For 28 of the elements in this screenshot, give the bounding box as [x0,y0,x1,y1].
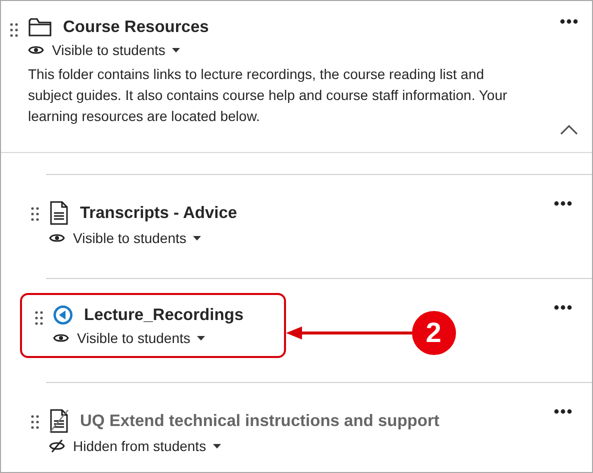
more-options-icon[interactable] [554,409,572,414]
folder-icon [28,17,52,37]
drag-handle-icon[interactable] [31,207,39,221]
drag-handle-icon[interactable] [10,23,18,37]
item-title[interactable]: UQ Extend technical instructions and support [80,412,440,430]
eye-icon [28,44,44,56]
more-options-icon[interactable] [554,305,572,310]
collapse-icon[interactable] [560,125,578,135]
more-options-icon[interactable] [560,19,578,24]
caret-icon [213,444,222,448]
callout-badge: 2 [412,311,456,355]
folder-title[interactable]: Course Resources [63,18,209,36]
visibility-dropdown[interactable]: Hidden from students [49,438,222,454]
caret-icon [193,236,202,240]
eye-icon [49,232,65,244]
item-title[interactable]: Transcripts - Advice [80,204,238,222]
drag-handle-icon[interactable] [31,415,39,429]
crossed-eye-icon [49,439,65,453]
caret-icon [172,48,180,52]
item-title[interactable]: Lecture_Recordings [84,306,244,324]
visibility-dropdown[interactable]: Visible to students [53,330,206,346]
more-options-icon[interactable] [554,201,572,206]
visibility-dropdown[interactable]: Visible to students [49,230,202,246]
drag-handle-icon[interactable] [35,311,43,325]
eye-icon [53,332,69,344]
folder-description: This folder contains links to lecture recordings, the course reading list and subject guides. It also contains course help and course staff information. Your learning resources are located below. [28,65,508,126]
visibility-dropdown[interactable]: Visible to students [28,42,180,58]
caret-icon [197,336,206,340]
